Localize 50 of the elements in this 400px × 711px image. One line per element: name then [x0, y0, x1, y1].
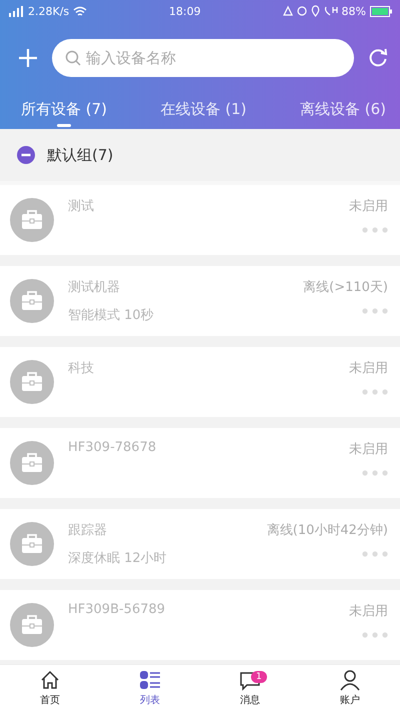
battery-level: 88%: [342, 4, 366, 18]
more-icon[interactable]: [362, 470, 388, 476]
tab[interactable]: 所有设备 (7): [21, 97, 108, 129]
nav-tab[interactable]: 列表: [115, 665, 185, 711]
device-name: 科技: [68, 360, 95, 377]
wifi-icon: [73, 6, 88, 16]
add-icon[interactable]: [18, 48, 38, 68]
device-status: 离线(10小时42分钟): [266, 522, 388, 539]
device-name: 测试机器: [68, 279, 121, 296]
more-icon[interactable]: [362, 308, 388, 314]
clock: 18:09: [169, 4, 201, 18]
device-status: 未启用: [349, 360, 388, 377]
more-icon[interactable]: [362, 227, 388, 233]
device-detail: 智能模式 10秒: [68, 307, 155, 324]
list-icon: [139, 669, 161, 691]
collapse-icon[interactable]: [17, 146, 35, 164]
briefcase-icon: [10, 279, 54, 323]
refresh-icon[interactable]: [368, 48, 388, 68]
device-status: 未启用: [349, 441, 388, 458]
nav-tab[interactable]: 账户: [315, 665, 385, 711]
location-icon: [310, 5, 320, 17]
briefcase-icon: [10, 198, 54, 242]
device-status: 离线(>110天): [303, 279, 388, 296]
device-detail: 深度休眠 12小时: [68, 550, 168, 567]
briefcase-icon: [10, 360, 54, 404]
briefcase-icon: [10, 522, 54, 566]
unread-badge: 1: [251, 671, 267, 683]
search-field[interactable]: 输入设备名称: [52, 39, 354, 77]
device-name: 测试: [68, 198, 95, 215]
home-icon: [39, 669, 61, 691]
more-icon[interactable]: [362, 389, 388, 395]
account-icon: [339, 669, 361, 691]
alarm-icon: [296, 5, 307, 17]
device-name: 跟踪器: [68, 522, 108, 539]
device-name: HF309-78678: [68, 440, 158, 455]
group-title[interactable]: 默认组(7): [47, 146, 114, 164]
tab[interactable]: 离线设备 (6): [300, 97, 386, 129]
device-status: 未启用: [349, 603, 388, 620]
device-status: 未启用: [349, 198, 388, 215]
battery-icon: [370, 6, 392, 16]
briefcase-icon: [10, 603, 54, 647]
device-name: HF309B-56789: [68, 602, 166, 617]
search-icon: [65, 50, 81, 66]
network-speed: 2.28K/s: [28, 4, 70, 18]
signal-icon: [8, 6, 24, 16]
nav-tab[interactable]: 消息 1: [215, 665, 285, 711]
nav-tab[interactable]: 首页: [15, 665, 85, 711]
briefcase-icon: [10, 441, 54, 485]
more-icon[interactable]: [362, 632, 388, 638]
more-icon[interactable]: [362, 551, 388, 557]
